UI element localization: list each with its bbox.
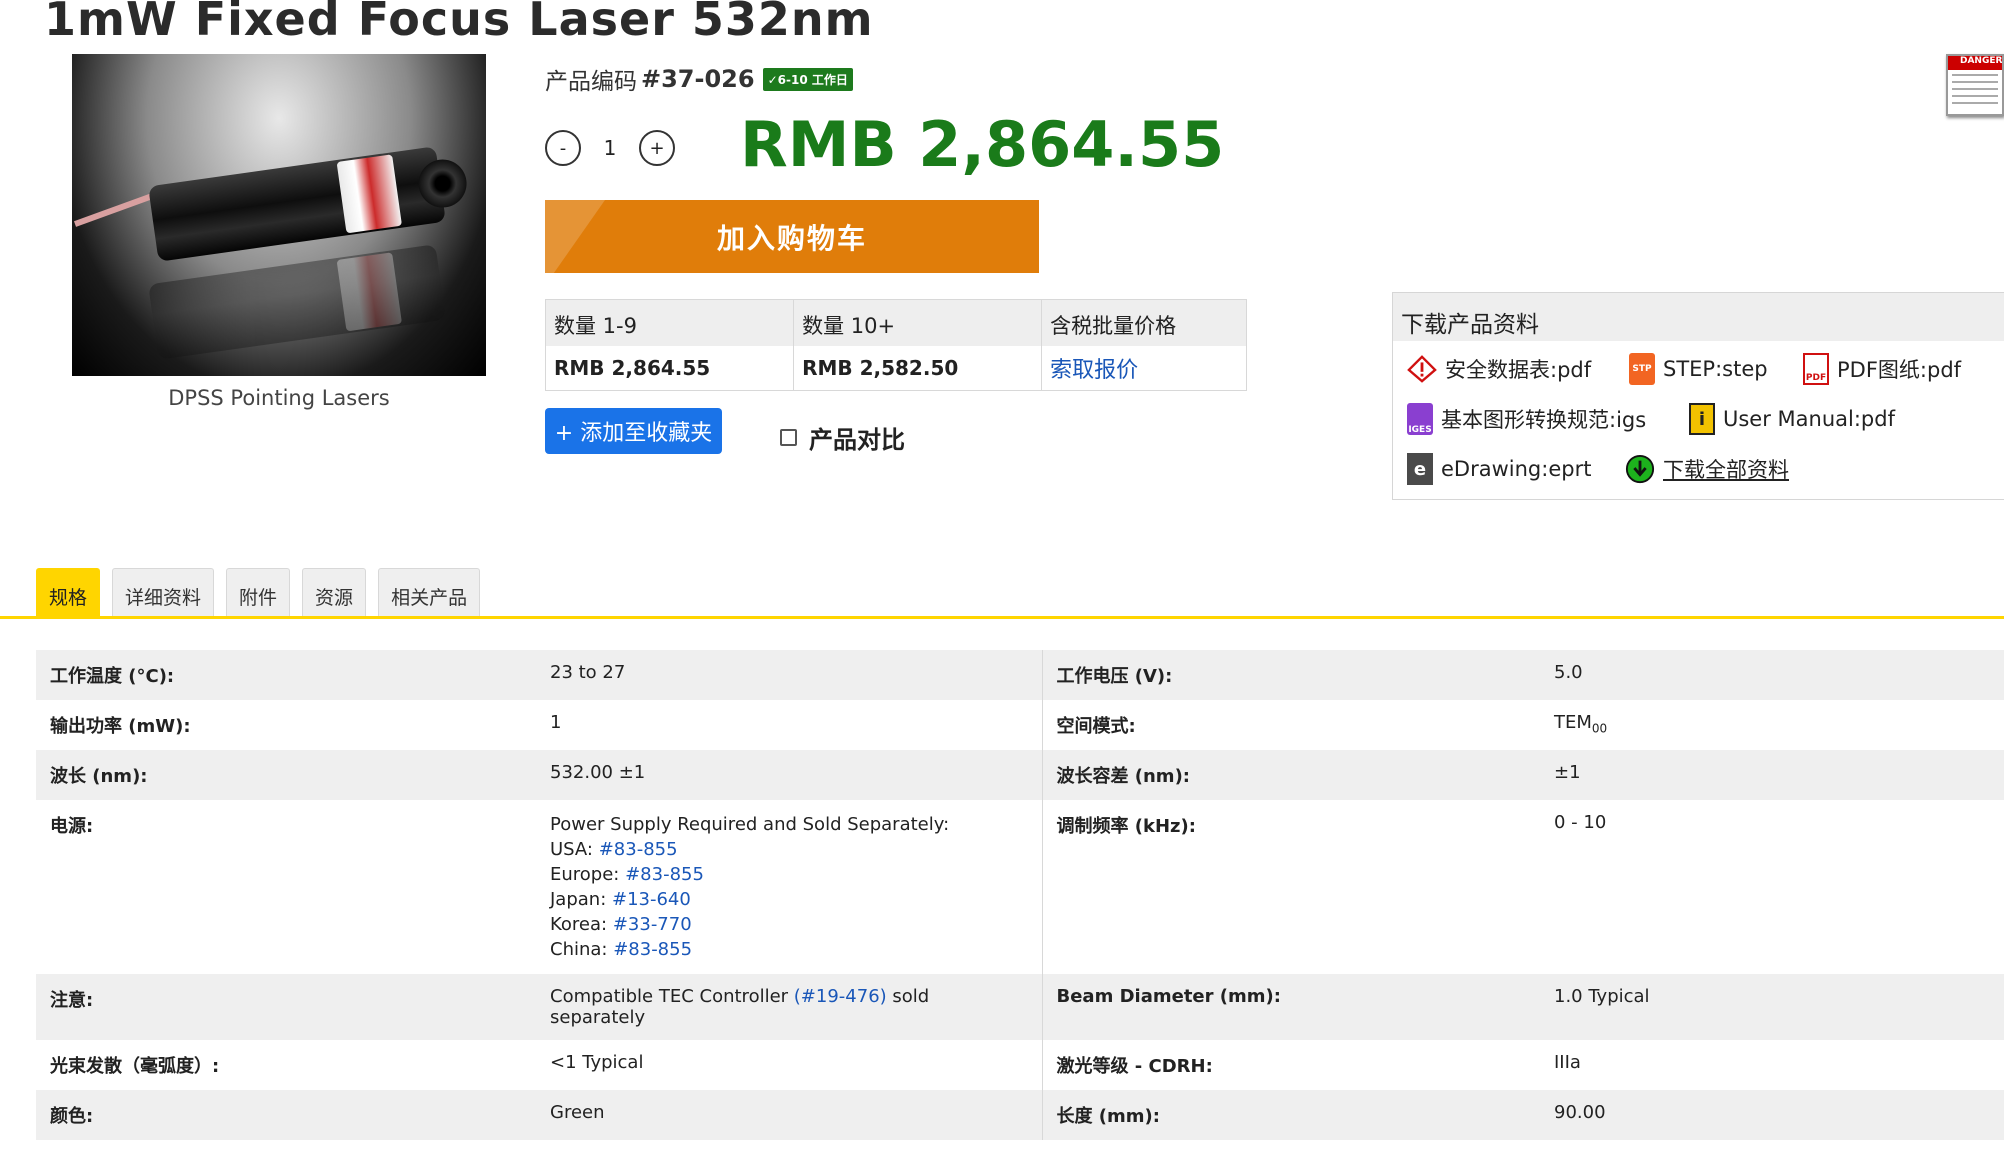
compare-checkbox[interactable] [780, 429, 797, 446]
price-1-9: RMB 2,864.55 [545, 346, 795, 391]
spec-value: 1 [536, 700, 1043, 750]
spec-key: 电源: [50, 816, 94, 837]
spec-key: 调制频率 (kHz): [1056, 816, 1196, 837]
laser-reflection [148, 244, 446, 360]
spec-value: TEM00 [1554, 712, 1608, 736]
price-header-1-9: 数量 1-9 [545, 299, 795, 346]
quantity-input[interactable]: 1 [581, 136, 639, 160]
price-10-plus: RMB 2,582.50 [793, 346, 1043, 391]
spec-value: <1 Typical [536, 1040, 1043, 1090]
download-edrawing[interactable]: e eDrawing:eprt [1407, 453, 1591, 485]
table-row: 颜色: Green 长度 (mm): 90.00 [36, 1090, 2004, 1140]
laser-body [148, 146, 470, 262]
spec-key: 注意: [36, 974, 536, 1040]
tec-controller-link[interactable]: (#19-476) [794, 986, 887, 1007]
spec-key: 工作温度 (°C): [36, 650, 536, 700]
downloads-title: 下载产品资料 [1393, 293, 2004, 341]
spec-key: 光束发散（毫弧度）: [50, 1056, 220, 1077]
downloads-panel: 下载产品资料 安全数据表:pdf STP STEP:step PDF PDF图纸… [1392, 292, 2004, 500]
pdf-file-icon: PDF [1803, 353, 1829, 385]
quantity-increase-button[interactable]: + [639, 130, 675, 166]
spec-key: 波长 (nm): [36, 750, 536, 800]
spec-value: 532.00 ±1 [536, 750, 1043, 800]
table-row: 波长 (nm): 532.00 ±1 波长容差 (nm): ±1 [36, 750, 2004, 800]
spec-key: 波长容差 (nm): [1042, 750, 1540, 800]
step-file-icon: STP [1629, 353, 1655, 385]
tab-underline [0, 616, 2004, 619]
power-supply-europe-link[interactable]: #83-855 [625, 864, 704, 885]
power-supply-value: Power Supply Required and Sold Separatel… [536, 800, 1043, 974]
compare-label: 产品对比 [809, 426, 905, 454]
table-row: 电源: Power Supply Required and Sold Separ… [36, 800, 2004, 974]
manual-icon: i [1689, 403, 1715, 435]
tab-related-products[interactable]: 相关产品 [378, 568, 481, 618]
edrawing-icon: e [1407, 453, 1433, 485]
spec-value: ±1 [1540, 750, 2004, 800]
spec-key: 空间模式: [1056, 716, 1136, 737]
laser-warning-label-thumbnail[interactable]: DANGER [1946, 54, 2004, 116]
spec-table: 工作温度 (°C): 23 to 27 工作电压 (V): 5.0 输出功率 (… [36, 650, 2004, 1140]
spec-value: 23 to 27 [536, 650, 1043, 700]
power-supply-korea-link[interactable]: #33-770 [613, 914, 692, 935]
power-supply-japan-link[interactable]: #13-640 [612, 889, 691, 910]
quantity-decrease-button[interactable]: - [545, 130, 581, 166]
download-user-manual[interactable]: i User Manual:pdf [1689, 403, 1895, 435]
download-iges[interactable]: IGES 基本图形转换规范:igs [1407, 403, 1646, 435]
product-code-value: #37-026 [641, 65, 755, 93]
page-title: 1mW Fixed Focus Laser 532nm [44, 0, 874, 46]
download-safety-datasheet[interactable]: 安全数据表:pdf [1407, 353, 1591, 385]
table-row: 注意: Compatible TEC Controller (#19-476) … [36, 974, 2004, 1040]
shipping-badge: ✓6-10 工作日 [762, 67, 853, 91]
add-to-favorites-button[interactable]: + 添加至收藏夹 [545, 408, 722, 454]
image-caption: DPSS Pointing Lasers [168, 386, 390, 410]
add-to-cart-label: 加入购物车 [716, 221, 867, 255]
spec-key: 激光等级 - CDRH: [1056, 1056, 1213, 1077]
volume-price-table: 数量 1-9 数量 10+ 含税批量价格 RMB 2,864.55 RMB 2,… [545, 299, 1247, 391]
tab-specs[interactable]: 规格 [36, 568, 101, 618]
product-image[interactable] [72, 54, 486, 376]
compare-toggle[interactable]: 产品对比 [780, 420, 905, 455]
spec-key: 工作电压 (V): [1042, 650, 1540, 700]
spec-value: IIIa [1554, 1052, 1581, 1073]
download-all[interactable]: 下载全部资料 [1625, 453, 1789, 485]
spec-key: Beam Diameter (mm): [1042, 974, 1540, 1040]
power-supply-usa-link[interactable]: #83-855 [599, 839, 678, 860]
product-code-label: 产品编码 [545, 69, 637, 95]
request-quote-link[interactable]: 索取报价 [1041, 346, 1247, 391]
note-value: Compatible TEC Controller (#19-476) sold… [536, 974, 1043, 1040]
download-step[interactable]: STP STEP:step [1629, 353, 1768, 385]
download-pdf-drawing[interactable]: PDF PDF图纸:pdf [1803, 353, 1961, 385]
spec-value: 5.0 [1540, 650, 2004, 700]
spec-value: Green [536, 1090, 1043, 1140]
spec-key: 颜色: [36, 1090, 536, 1140]
spec-value: 0 - 10 [1554, 812, 1607, 833]
table-row: 输出功率 (mW): 1 空间模式: TEM00 [36, 700, 2004, 750]
price-header-10-plus: 数量 10+ [793, 299, 1043, 346]
download-all-icon [1625, 453, 1655, 485]
spec-value: 90.00 [1540, 1090, 2004, 1140]
tab-accessories[interactable]: 附件 [226, 568, 291, 618]
spec-key: 输出功率 (mW): [50, 716, 191, 737]
tab-details[interactable]: 详细资料 [112, 568, 215, 618]
table-row: 光束发散（毫弧度）: <1 Typical 激光等级 - CDRH: IIIa [36, 1040, 2004, 1090]
spec-key: 长度 (mm): [1042, 1090, 1540, 1140]
quantity-stepper[interactable]: - 1 + [545, 130, 675, 166]
product-code: 产品编码 #37-026 ✓6-10 工作日 [545, 62, 853, 96]
tab-resources[interactable]: 资源 [302, 568, 367, 618]
table-row: 工作温度 (°C): 23 to 27 工作电压 (V): 5.0 [36, 650, 2004, 700]
add-to-cart-button[interactable]: 加入购物车 [545, 200, 1039, 273]
spec-value: 1.0 Typical [1540, 974, 2004, 1040]
warning-icon [1407, 353, 1437, 385]
price: RMB 2,864.55 [740, 108, 1225, 181]
iges-file-icon: IGES [1407, 403, 1433, 435]
power-supply-china-link[interactable]: #83-855 [613, 939, 692, 960]
tab-bar: 规格 详细资料 附件 资源 相关产品 [36, 568, 492, 618]
price-header-bulk: 含税批量价格 [1041, 299, 1247, 346]
